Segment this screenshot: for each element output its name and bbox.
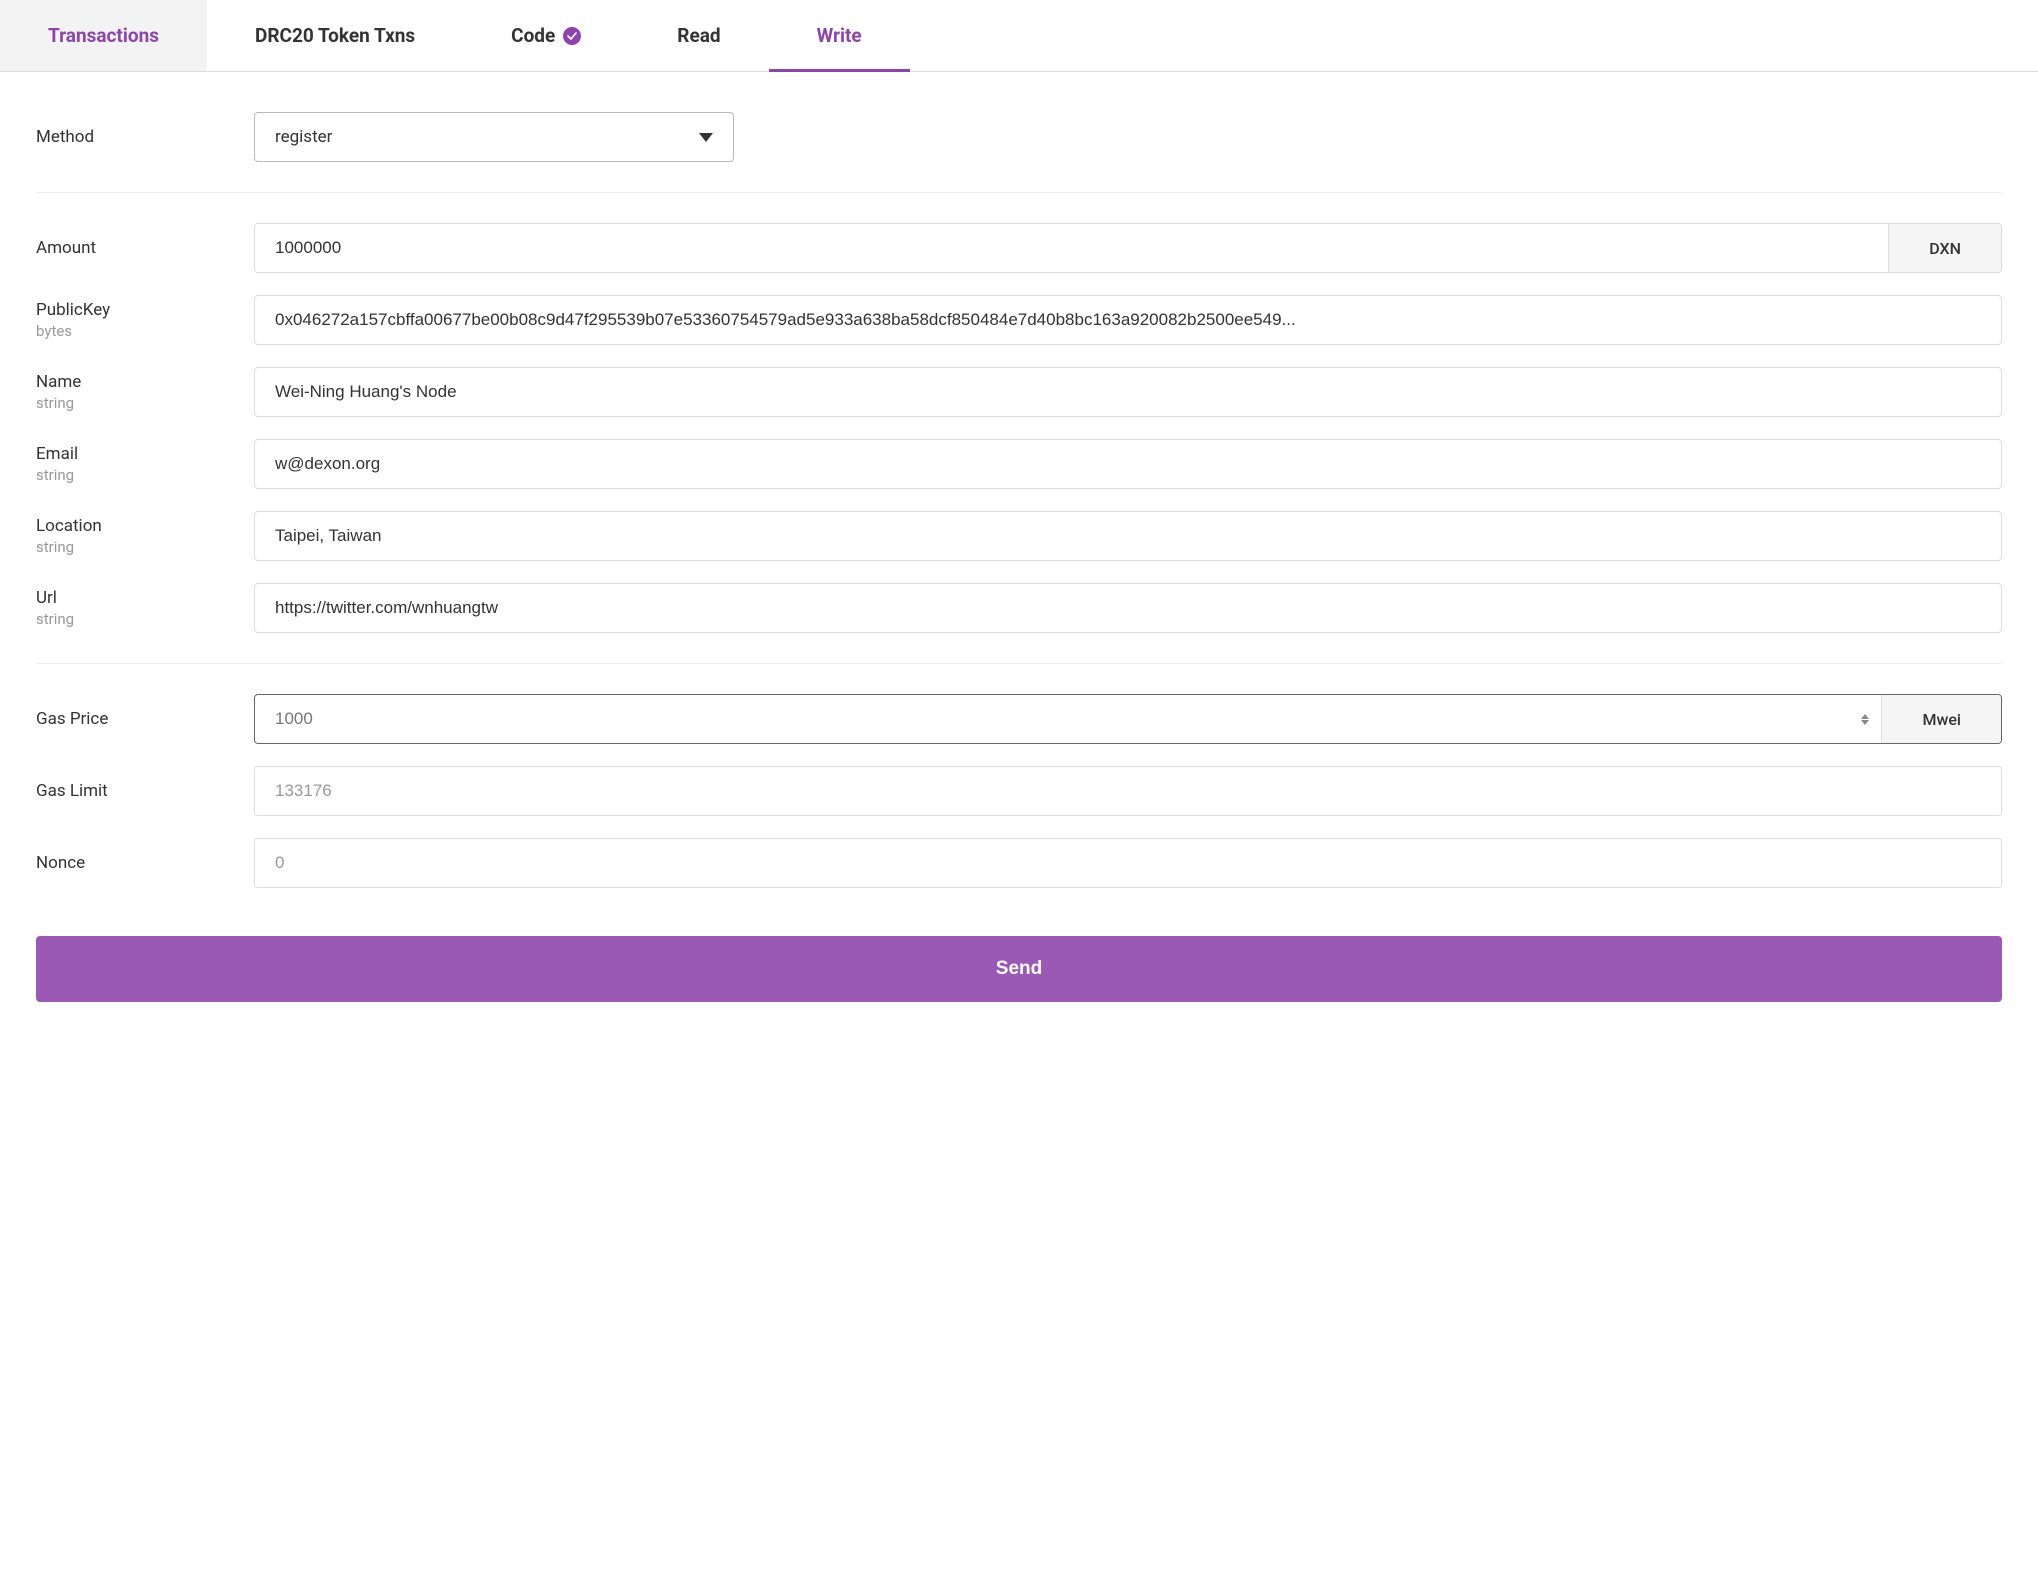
- method-select-value: register: [275, 127, 332, 147]
- email-label: Email: [36, 444, 254, 464]
- tab-drc20-token-txns[interactable]: DRC20 Token Txns: [207, 0, 463, 71]
- gas-limit-input[interactable]: [254, 766, 2002, 816]
- write-panel: Method register Amount DXN PublicKey byt…: [0, 72, 2038, 1032]
- email-input[interactable]: [254, 439, 2002, 489]
- verified-check-icon: [563, 27, 581, 45]
- url-label: Url: [36, 588, 254, 608]
- divider: [36, 663, 2002, 664]
- gas-price-stepper[interactable]: [1861, 713, 1881, 726]
- method-select[interactable]: register: [254, 112, 734, 162]
- method-label: Method: [36, 127, 254, 147]
- name-input[interactable]: [254, 367, 2002, 417]
- name-label: Name: [36, 372, 254, 392]
- gas-price-unit: Mwei: [1881, 695, 2001, 743]
- amount-input-group: DXN: [254, 223, 2002, 273]
- url-type: string: [36, 610, 254, 628]
- url-input[interactable]: [254, 583, 2002, 633]
- name-type: string: [36, 394, 254, 412]
- stepper-up-icon[interactable]: [1861, 713, 1869, 719]
- location-type: string: [36, 538, 254, 556]
- tab-write[interactable]: Write: [769, 0, 910, 71]
- divider: [36, 192, 2002, 193]
- location-input[interactable]: [254, 511, 2002, 561]
- publickey-label: PublicKey: [36, 300, 254, 320]
- stepper-down-icon[interactable]: [1861, 720, 1869, 726]
- tab-transactions[interactable]: Transactions: [0, 0, 207, 71]
- gas-price-label: Gas Price: [36, 709, 254, 729]
- location-label: Location: [36, 516, 254, 536]
- amount-unit: DXN: [1888, 224, 2001, 272]
- chevron-down-icon: [699, 133, 713, 142]
- email-type: string: [36, 466, 254, 484]
- publickey-type: bytes: [36, 322, 254, 340]
- tab-code[interactable]: Code: [463, 0, 629, 71]
- nonce-input[interactable]: [254, 838, 2002, 888]
- tab-read[interactable]: Read: [629, 0, 768, 71]
- send-button[interactable]: Send: [36, 936, 2002, 1002]
- nonce-label: Nonce: [36, 853, 254, 873]
- amount-label: Amount: [36, 238, 254, 258]
- gas-limit-label: Gas Limit: [36, 781, 254, 801]
- publickey-input[interactable]: [254, 295, 2002, 345]
- gas-price-input-group: Mwei: [254, 694, 2002, 744]
- tab-bar: Transactions DRC20 Token Txns Code Read …: [0, 0, 2038, 72]
- tab-code-label: Code: [511, 24, 555, 47]
- gas-price-input[interactable]: [255, 695, 1861, 743]
- amount-input[interactable]: [255, 224, 1888, 272]
